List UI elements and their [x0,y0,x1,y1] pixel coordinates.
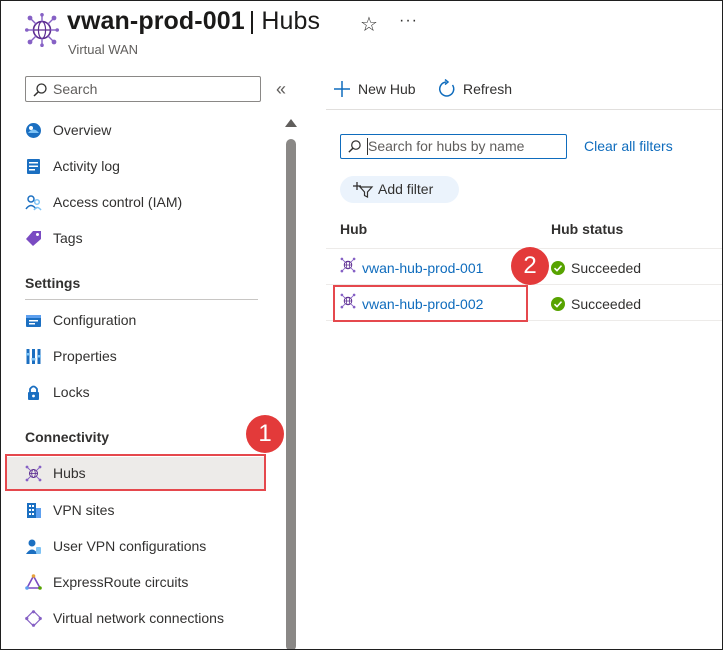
add-filter-label: Add filter [378,181,434,197]
callout-badge-1: 1 [246,415,284,453]
resource-type: Virtual WAN [68,42,139,57]
more-options-icon[interactable]: ··· [399,12,418,30]
portal-frame: vwan-prod-001 | Hubs Virtual WAN ☆ ··· Sea… [0,0,723,650]
hub-status: Succeeded [571,296,642,312]
clear-all-filters-link[interactable]: Clear all filters [584,138,673,154]
sidebar-item-user-vpn-configurations[interactable]: User VPN configurations [5,530,265,562]
section-title-settings: Settings [25,275,81,291]
sidebar-item-properties[interactable]: Properties [5,340,265,372]
hub-status: Succeeded [571,260,642,276]
success-check-icon [551,261,565,275]
scroll-up-arrow-icon[interactable] [285,119,297,127]
sidebar-search-input[interactable]: Search [25,76,261,102]
page-title: vwan-prod-001 | Hubs [67,7,320,36]
sidebar-item-label: VPN sites [53,502,115,518]
sidebar-item-label: Configuration [53,312,137,328]
sidebar-item-vpn-sites[interactable]: VPN sites [5,494,265,526]
toolbar-divider [326,109,722,110]
vnet-connection-icon [25,610,42,627]
success-check-icon [551,297,565,311]
hub-search-placeholder: Search for hubs by name [368,138,525,154]
collapse-menu-icon[interactable]: « [276,79,286,100]
iam-icon [25,195,42,211]
configuration-icon [26,315,41,327]
add-filter-button[interactable]: Add filter [340,176,459,203]
section-divider [25,299,258,300]
hub-search-input[interactable]: Search for hubs by name [340,134,567,159]
sidebar-item-tags[interactable]: Tags [5,222,265,254]
sidebar-item-label: Properties [53,348,117,364]
refresh-icon [438,79,455,97]
tag-icon [26,231,41,246]
new-hub-label: New Hub [358,81,416,97]
hub-row-highlight-box [333,285,528,322]
column-header-hub[interactable]: Hub [340,221,367,237]
hubs-highlight-box [5,454,266,491]
virtual-wan-icon [25,13,59,47]
overview-icon [26,123,41,138]
sidebar-item-configuration[interactable]: Configuration [5,304,265,336]
sidebar-item-label: ExpressRoute circuits [53,574,189,590]
sidebar-item-overview[interactable]: Overview [5,114,265,146]
sidebar-item-activity-log[interactable]: Activity log [5,150,265,182]
resource-name: vwan-prod-001 [67,7,245,35]
sidebar-item-label: Tags [53,230,83,246]
column-header-hub-status[interactable]: Hub status [551,221,623,237]
sidebar-item-label: Access control (IAM) [53,194,183,210]
hub-icon [340,257,356,273]
scrollbar-thumb[interactable] [286,139,296,649]
search-icon [33,83,47,97]
blade-name: Hubs [261,7,321,35]
activity-log-icon [27,159,40,174]
sidebar-search-placeholder: Search [53,81,98,97]
user-vpn-icon [26,539,41,554]
search-icon [348,140,361,153]
sidebar-item-label: Activity log [53,158,120,174]
sidebar-item-virtual-network-connections[interactable]: Virtual network connections [5,602,265,634]
expressroute-icon [25,574,42,590]
refresh-label: Refresh [463,81,513,97]
sidebar-item-label: Overview [53,122,112,138]
callout-badge-2: 2 [511,247,549,285]
sidebar-item-label: Locks [53,384,90,400]
hub-link[interactable]: vwan-hub-prod-001 [362,260,483,276]
section-title-connectivity: Connectivity [25,429,110,445]
plus-icon [334,81,350,97]
vpn-site-icon [27,503,41,518]
sidebar-item-label: User VPN configurations [53,538,207,554]
properties-icon [26,349,41,364]
lock-icon [28,385,39,400]
add-filter-icon [353,182,374,198]
title-separator: | [248,7,256,35]
sidebar-item-label: Virtual network connections [53,610,224,626]
favorite-star-icon[interactable]: ☆ [360,12,378,37]
sidebar-item-expressroute-circuits[interactable]: ExpressRoute circuits [5,566,265,598]
sidebar-item-locks[interactable]: Locks [5,376,265,408]
sidebar-item-access-control[interactable]: Access control (IAM) [5,186,265,218]
